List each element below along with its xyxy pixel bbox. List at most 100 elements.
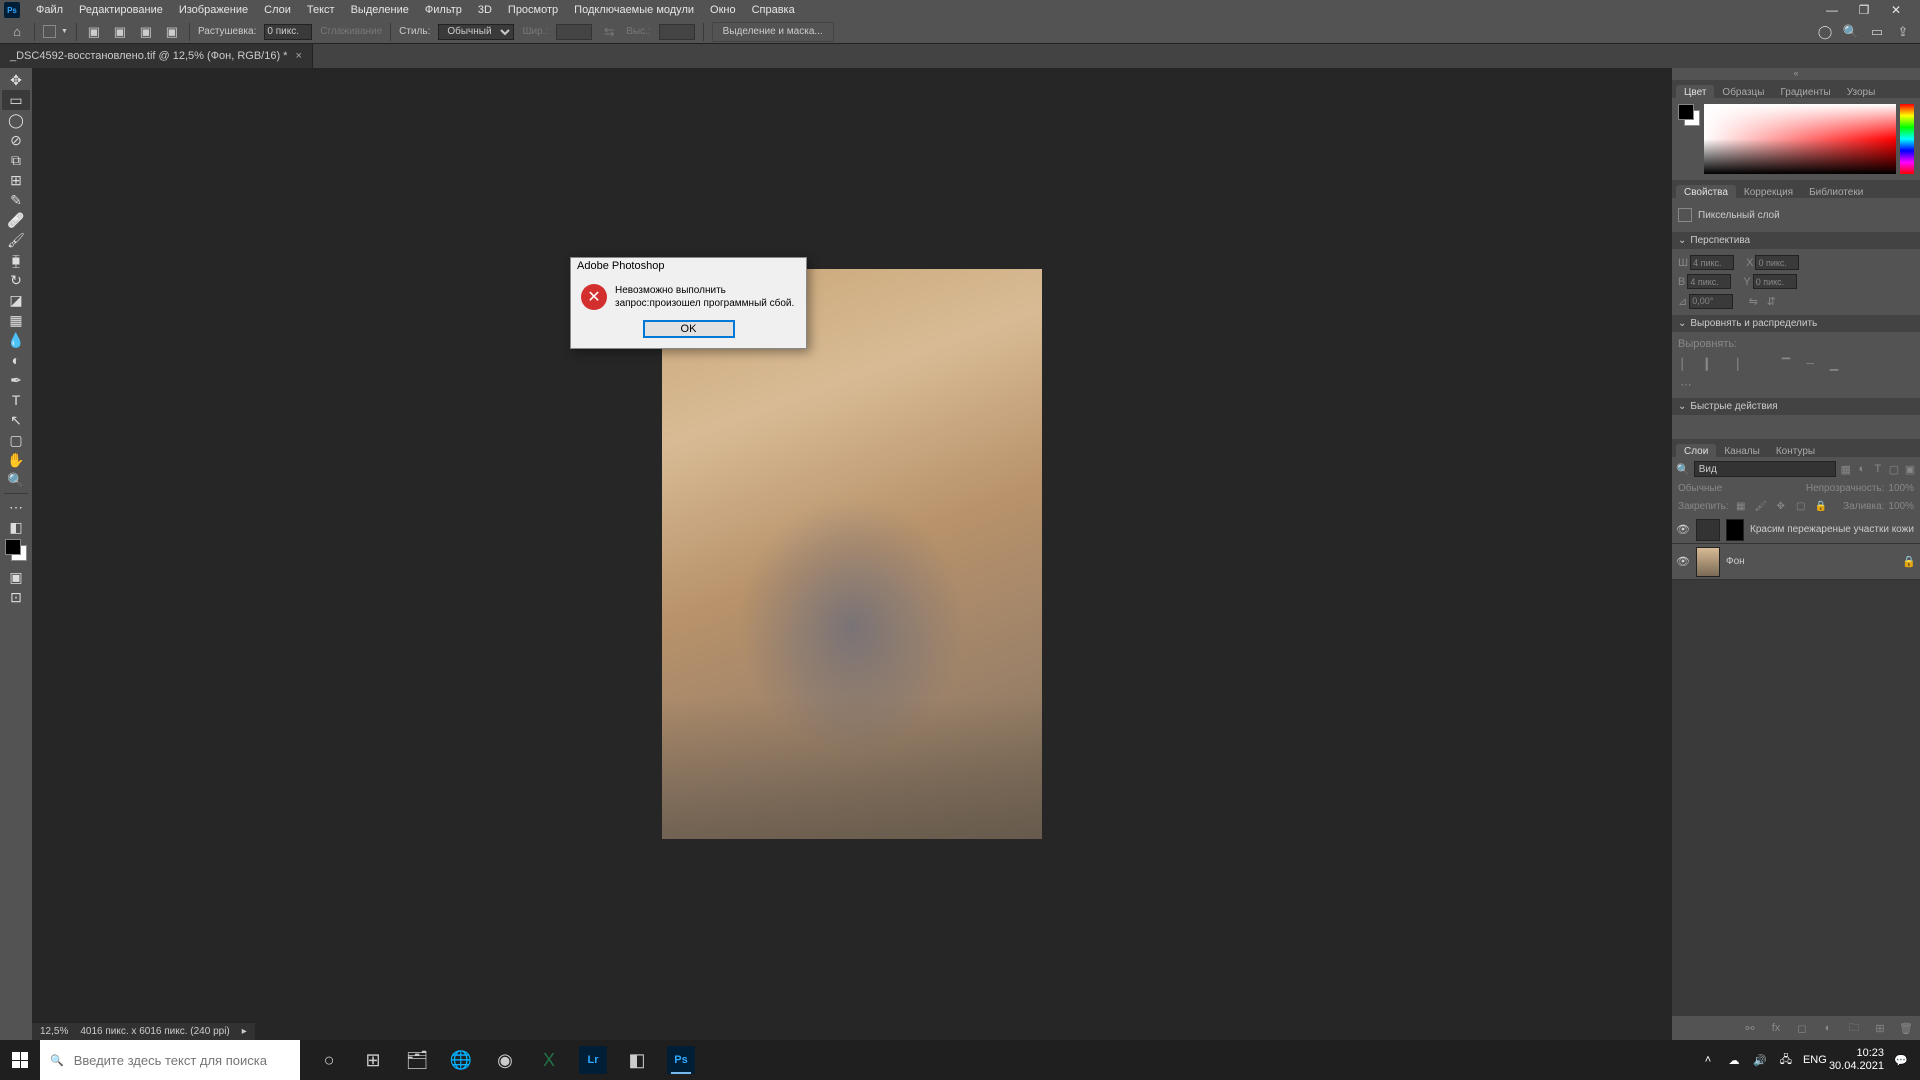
tab-color[interactable]: Цвет — [1676, 85, 1714, 98]
menu-view[interactable]: Просмотр — [500, 4, 566, 16]
align-left-icon[interactable]: ▏ — [1678, 356, 1694, 372]
minimize-button[interactable]: — — [1820, 2, 1844, 18]
feather-input[interactable] — [264, 24, 312, 40]
tab-channels[interactable]: Каналы — [1716, 444, 1768, 457]
menu-help[interactable]: Справка — [744, 4, 803, 16]
tab-swatches[interactable]: Образцы — [1714, 85, 1772, 98]
lock-position-icon[interactable]: ✥ — [1773, 498, 1789, 514]
transform-section-header[interactable]: ⌄ Перспектива — [1672, 232, 1920, 249]
task-view-icon[interactable]: ⊞ — [352, 1040, 394, 1080]
color-spectrum[interactable] — [1704, 104, 1896, 174]
layer-filter-type[interactable] — [1694, 461, 1836, 477]
align-bottom-icon[interactable]: ▁ — [1826, 356, 1842, 372]
zoom-level[interactable]: 12,5% — [40, 1026, 68, 1037]
new-layer-icon[interactable]: ⊞ — [1872, 1020, 1888, 1036]
lock-pixels-icon[interactable]: 🖌 — [1753, 498, 1769, 514]
delete-layer-icon[interactable]: 🗑 — [1898, 1020, 1914, 1036]
workspace-icon[interactable]: ▭ — [1868, 23, 1886, 41]
layer-thumb[interactable] — [1696, 547, 1720, 577]
menu-edit[interactable]: Редактирование — [71, 4, 171, 16]
filter-adjust-icon[interactable]: ◐ — [1856, 461, 1868, 477]
document-canvas[interactable] — [662, 269, 1042, 839]
cloud-docs-icon[interactable]: ◯ — [1816, 23, 1834, 41]
cortana-icon[interactable]: ○ — [308, 1040, 350, 1080]
instagram-icon[interactable]: ◧ — [616, 1040, 658, 1080]
panel-color-swatches[interactable] — [1678, 104, 1700, 126]
tab-layers[interactable]: Слои — [1676, 444, 1716, 457]
action-center-icon[interactable]: 💬 — [1892, 1054, 1910, 1067]
healing-brush-tool[interactable]: 🩹 — [2, 210, 30, 230]
home-icon[interactable]: ⌂ — [8, 23, 26, 41]
status-flyout-icon[interactable]: ▸ — [242, 1026, 247, 1037]
network-icon[interactable]: 🖧 — [1777, 1051, 1795, 1070]
layer-mask-thumb[interactable] — [1726, 519, 1744, 541]
layer-name-background[interactable]: Фон — [1726, 556, 1896, 567]
canvas-area[interactable] — [32, 68, 1672, 1040]
menu-plugins[interactable]: Подключаемые модули — [566, 4, 702, 16]
tab-paths[interactable]: Контуры — [1768, 444, 1823, 457]
zoom-tool[interactable]: 🔍 — [2, 470, 30, 490]
tab-adjustments[interactable]: Коррекция — [1736, 185, 1801, 198]
move-tool[interactable]: ✥ — [2, 70, 30, 90]
chrome-icon[interactable]: ◉ — [484, 1040, 526, 1080]
default-colors-icon[interactable]: ◧ — [2, 517, 30, 537]
volume-icon[interactable]: 🔊 — [1751, 1054, 1769, 1067]
filter-shape-icon[interactable]: ▢ — [1888, 461, 1900, 477]
foreground-color-swatch[interactable] — [5, 539, 21, 555]
filter-pixel-icon[interactable]: ▦ — [1840, 461, 1852, 477]
align-hcenter-icon[interactable]: ▎ — [1702, 356, 1718, 372]
flyout-icon[interactable]: ▼ — [61, 28, 68, 35]
layer-mask-icon[interactable]: ◻ — [1794, 1020, 1810, 1036]
path-selection-tool[interactable]: ↖ — [2, 410, 30, 430]
taskbar-search-input[interactable] — [74, 1053, 290, 1068]
width-field[interactable] — [1690, 255, 1734, 270]
quick-selection-tool[interactable]: ⊘ — [2, 130, 30, 150]
flip-h-icon[interactable]: ⇋ — [1745, 293, 1761, 309]
layer-filter-icon[interactable]: 🔍 — [1676, 463, 1690, 476]
tab-patterns[interactable]: Узоры — [1839, 85, 1884, 98]
restore-button[interactable]: ❐ — [1852, 2, 1876, 18]
menu-window[interactable]: Окно — [702, 4, 744, 16]
dodge-tool[interactable]: ◐ — [2, 350, 30, 370]
x-field[interactable] — [1755, 255, 1799, 270]
selection-intersect-icon[interactable]: ▣ — [163, 23, 181, 41]
frame-tool[interactable]: ⊞ — [2, 170, 30, 190]
search-icon[interactable]: 🔍 — [1842, 23, 1860, 41]
menu-type[interactable]: Текст — [299, 4, 343, 16]
rectangle-tool[interactable]: ▢ — [2, 430, 30, 450]
blend-mode[interactable]: Обычные — [1678, 483, 1722, 494]
align-vcenter-icon[interactable]: ─ — [1802, 356, 1818, 372]
language-indicator[interactable]: ENG — [1803, 1054, 1821, 1066]
menu-layer[interactable]: Слои — [256, 4, 299, 16]
filter-smart-icon[interactable]: ▣ — [1904, 461, 1916, 477]
layer-style-icon[interactable]: fx — [1768, 1020, 1784, 1036]
screen-mode-icon[interactable]: ⊡ — [2, 587, 30, 607]
crop-tool[interactable]: ⧉ — [2, 150, 30, 170]
rectangular-marquee-tool[interactable]: ▭ — [2, 90, 30, 110]
menu-image[interactable]: Изображение — [171, 4, 256, 16]
swap-wh-icon[interactable]: ⇆ — [600, 23, 618, 41]
type-tool[interactable]: T — [2, 390, 30, 410]
document-tab[interactable]: _DSC4592-восстановлено.tif @ 12,5% (Фон,… — [0, 44, 313, 68]
align-top-icon[interactable]: ▔ — [1778, 356, 1794, 372]
eraser-tool[interactable]: ◪ — [2, 290, 30, 310]
brush-tool[interactable]: 🖌 — [2, 230, 30, 250]
align-section-header[interactable]: ⌄ Выровнять и распределить — [1672, 315, 1920, 332]
style-select[interactable]: Обычный — [438, 24, 514, 40]
menu-file[interactable]: Файл — [28, 4, 71, 16]
quick-actions-header[interactable]: ⌄ Быстрые действия — [1672, 398, 1920, 415]
lock-artboard-icon[interactable]: ▢ — [1793, 498, 1809, 514]
y-field[interactable] — [1753, 274, 1797, 289]
group-icon[interactable]: 🗀 — [1846, 1020, 1862, 1036]
opacity-value[interactable]: 100% — [1888, 483, 1914, 494]
link-layers-icon[interactable]: ⚯ — [1742, 1020, 1758, 1036]
tab-properties[interactable]: Свойства — [1676, 185, 1736, 198]
file-explorer-icon[interactable]: 🗂 — [396, 1040, 438, 1080]
align-right-icon[interactable]: ▕ — [1726, 356, 1742, 372]
layer-name[interactable]: Красим пережареные участки кожи — [1750, 524, 1916, 535]
clone-stamp-tool[interactable]: ⧯ — [2, 250, 30, 270]
layer-row-background[interactable]: 👁 Фон 🔒 — [1672, 544, 1920, 580]
edit-toolbar-button[interactable]: ⋯ — [2, 497, 30, 517]
menu-3d[interactable]: 3D — [470, 4, 500, 16]
visibility-toggle-icon[interactable]: 👁 — [1676, 523, 1690, 537]
